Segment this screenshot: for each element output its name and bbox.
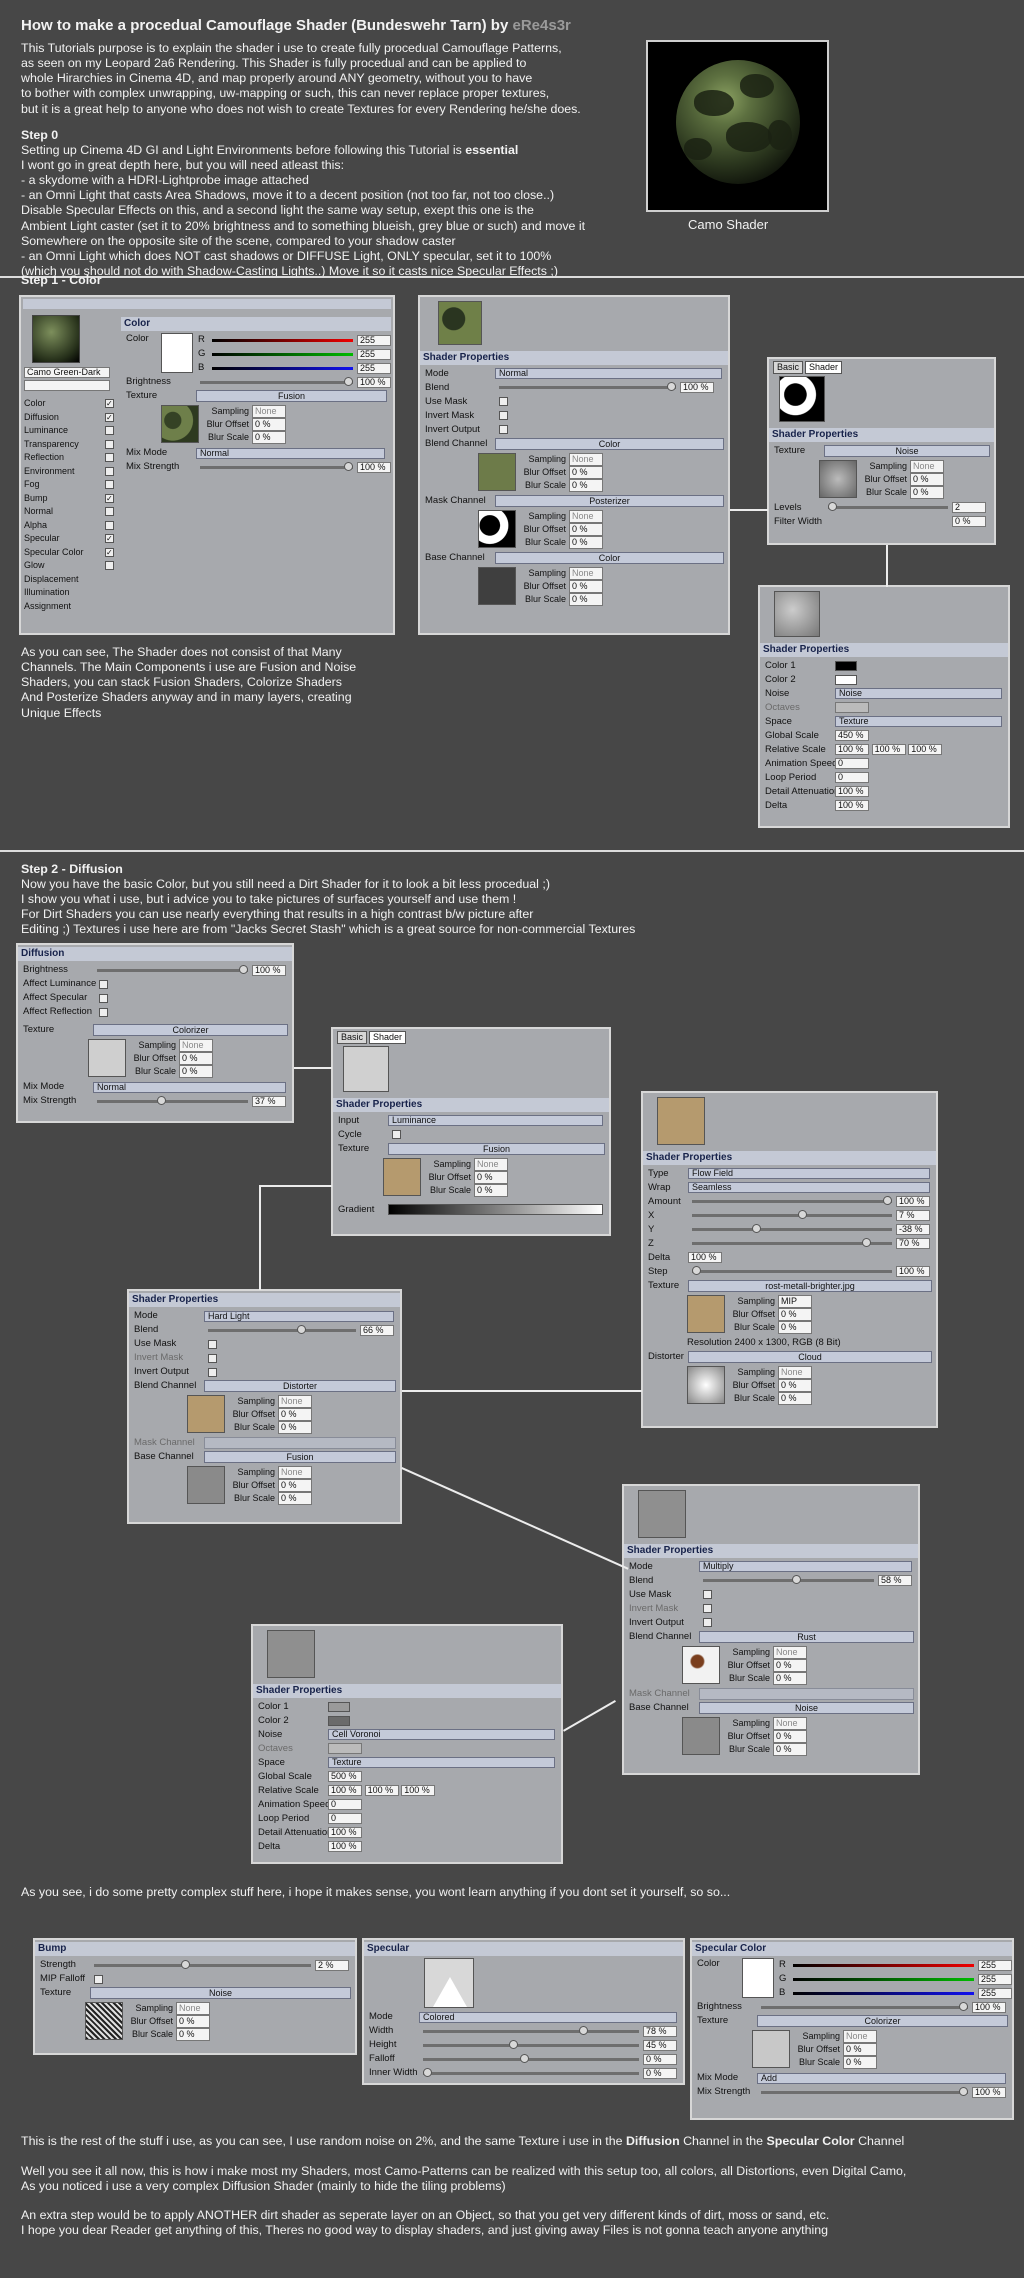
mask-channel-button[interactable]: Posterizer xyxy=(495,494,724,507)
channel-item[interactable]: Diffusion ✓ xyxy=(24,411,114,425)
noise-voronoi-panel: Shader Properties Color 1 Color 2 Noise C… xyxy=(251,1624,563,1864)
channel-item[interactable]: Luminance xyxy=(24,424,114,438)
channel-item[interactable]: Environment xyxy=(24,465,114,479)
texture-button[interactable]: Noise xyxy=(824,444,990,457)
fusion-thumb xyxy=(161,405,199,444)
step2-body: Now you have the basic Color, but you st… xyxy=(21,877,636,937)
divider xyxy=(0,850,1024,852)
b-field[interactable]: 255 xyxy=(357,362,391,374)
closing-line1: This is the rest of the stuff i use, as … xyxy=(21,2134,905,2148)
posterizer-panel: Basic Shader Shader Properties Texture Noi… xyxy=(767,357,996,545)
step0-body: I wont go in great depth here, but you w… xyxy=(21,158,586,278)
channel-item[interactable]: Reflection xyxy=(24,451,114,465)
section-title: Color xyxy=(121,317,391,332)
step1-heading: Step 1 - Color xyxy=(21,273,102,287)
bump-panel: Bump Strength 2 % MIP Falloff Texture Nois… xyxy=(33,1938,357,2055)
blend-channel-button[interactable]: Color xyxy=(495,437,724,450)
step0-intro: Setting up Cinema 4D GI and Light Enviro… xyxy=(21,143,519,157)
closing-para3: An extra step would be to apply ANOTHER … xyxy=(21,2208,830,2238)
channel-checkbox[interactable] xyxy=(105,453,114,463)
preview-caption: Camo Shader xyxy=(688,217,769,232)
channel-item[interactable]: Illumination xyxy=(24,586,114,600)
g-field[interactable]: 255 xyxy=(357,348,391,360)
r-field[interactable]: 255 xyxy=(357,334,391,346)
channel-checkbox[interactable] xyxy=(105,520,114,530)
closing-para2: Well you see it all now, this is how i m… xyxy=(21,2164,907,2194)
channel-item[interactable]: Alpha xyxy=(24,519,114,533)
step2-after: As you see, i do some pretty complex stu… xyxy=(21,1885,731,1899)
channel-checkbox[interactable]: ✓ xyxy=(105,547,114,557)
channel-checkbox[interactable]: ✓ xyxy=(105,493,114,503)
mix-mode-select[interactable]: Normal xyxy=(196,447,385,459)
tab-shader[interactable]: Shader xyxy=(805,361,843,374)
channel-item[interactable]: Specular ✓ xyxy=(24,532,114,546)
material-color-panel: Camo Green-Dark Color ✓ Diffusion ✓ Luminanc… xyxy=(19,295,395,635)
channel-item[interactable]: Glow xyxy=(24,559,114,573)
intro-text: This Tutorials purpose is to explain the… xyxy=(21,41,581,116)
channel-checkbox[interactable]: ✓ xyxy=(105,399,114,409)
channel-checkbox[interactable] xyxy=(105,426,114,436)
specular-curve xyxy=(433,1977,467,2008)
specular-color-panel: Specular Color Color R 255 G 255 B 255 Brig… xyxy=(690,1938,1014,2120)
channel-item[interactable]: Bump ✓ xyxy=(24,492,114,506)
channel-checkbox[interactable] xyxy=(105,439,114,449)
noise-type-select[interactable]: Noise xyxy=(835,688,1002,700)
mix-strength-field[interactable]: 100 % xyxy=(357,461,391,473)
channel-checkbox[interactable] xyxy=(105,561,114,571)
channel-item[interactable]: Specular Color ✓ xyxy=(24,546,114,560)
fusion-multiply-panel: Shader Properties Mode Multiply Blend 58 %… xyxy=(622,1484,920,1775)
gradient-bar[interactable] xyxy=(388,1204,603,1216)
colorizer-panel: Basic Shader Shader Properties Input Lumin… xyxy=(331,1027,611,1236)
tab-basic[interactable]: Basic xyxy=(773,361,804,374)
channel-list: Color ✓ Diffusion ✓ Luminance Transparency Ref… xyxy=(24,397,114,613)
channel-checkbox[interactable] xyxy=(105,507,114,517)
step2-heading: Step 2 - Diffusion xyxy=(21,862,123,876)
channel-item[interactable]: Transparency xyxy=(24,438,114,452)
noise-shader-panel: Shader Properties Color 1 Color 2 Noise N… xyxy=(758,585,1010,828)
channel-checkbox[interactable] xyxy=(105,480,114,490)
color-swatch[interactable] xyxy=(161,333,193,374)
divider xyxy=(0,276,1024,278)
channel-item[interactable]: Normal xyxy=(24,505,114,519)
mode-select[interactable]: Normal xyxy=(495,368,722,380)
page-title: How to make a procedual Camouflage Shade… xyxy=(21,17,571,34)
levels-field[interactable]: 2 xyxy=(952,502,986,514)
channel-checkbox[interactable]: ✓ xyxy=(105,534,114,544)
camo-sphere xyxy=(676,60,800,184)
colorizer-button[interactable]: Colorizer xyxy=(93,1024,288,1037)
material-preview xyxy=(32,315,80,363)
fusion-shader-panel: Shader Properties Mode Normal Blend 100 % … xyxy=(418,295,730,635)
preview-render xyxy=(646,40,829,212)
step1-body: As you can see, The Shader does not cons… xyxy=(21,645,357,720)
texture-file-button[interactable]: rost-metall-brighter.jpg xyxy=(688,1279,932,1292)
channel-item[interactable]: Displacement xyxy=(24,573,114,587)
material-name[interactable]: Camo Green-Dark xyxy=(24,367,110,378)
step0-heading: Step 0 xyxy=(21,128,59,142)
base-channel-button[interactable]: Color xyxy=(495,551,724,564)
fusion-hardlight-panel: Shader Properties Mode Hard Light Blend 66… xyxy=(127,1289,402,1524)
channel-checkbox[interactable] xyxy=(105,466,114,476)
blend-field[interactable]: 100 % xyxy=(680,382,714,394)
channel-item[interactable]: Color ✓ xyxy=(24,397,114,411)
channel-item[interactable]: Assignment xyxy=(24,600,114,614)
texture-shader-button[interactable]: Fusion xyxy=(196,390,387,403)
author-name: eRe4s3r xyxy=(512,17,571,34)
channel-checkbox[interactable]: ✓ xyxy=(105,412,114,422)
brightness-field[interactable]: 100 % xyxy=(357,376,391,388)
channel-item[interactable]: Fog xyxy=(24,478,114,492)
use-mask-checkbox[interactable] xyxy=(499,397,508,407)
filter-field[interactable]: 0 % xyxy=(952,516,986,528)
panel-title: Shader Properties xyxy=(420,350,728,365)
distorter-panel: Shader Properties Type Flow Field Wrap Sea… xyxy=(641,1091,938,1428)
specular-panel: Specular Mode Colored Width 78 % Height 45 … xyxy=(362,1938,685,2085)
diffusion-panel: Diffusion Brightness 100 % Affect Luminan… xyxy=(16,943,294,1123)
